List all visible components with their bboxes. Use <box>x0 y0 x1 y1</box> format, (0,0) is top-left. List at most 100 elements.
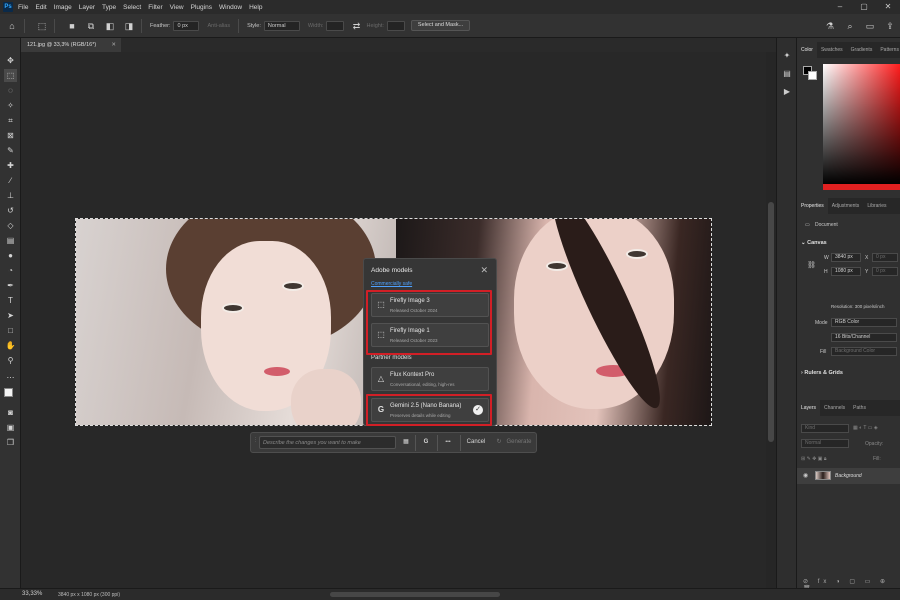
tab-patterns[interactable]: Patterns <box>876 42 900 58</box>
dodge-tool-icon[interactable]: ◔ <box>4 264 17 277</box>
generate-button[interactable]: Generate <box>504 436 534 449</box>
tab-libraries[interactable]: Libraries <box>863 198 890 214</box>
commercially-safe-link[interactable]: Commercially safe <box>371 281 412 287</box>
menu-type[interactable]: Type <box>102 4 116 11</box>
marquee-preset-icon[interactable]: ⬚ <box>35 19 49 33</box>
vertical-scrollbar[interactable] <box>766 52 776 588</box>
style-select[interactable]: Normal <box>263 20 300 31</box>
actions-icon[interactable]: ▶ <box>781 86 793 98</box>
canvas-y-field[interactable]: 0 px <box>872 267 898 276</box>
tab-paths[interactable]: Paths <box>849 400 870 416</box>
object-select-tool-icon[interactable]: ✧ <box>4 99 17 112</box>
prompt-input[interactable] <box>259 436 396 449</box>
canvas-x-field[interactable]: 0 px <box>872 253 898 262</box>
close-tab-icon[interactable]: ✕ <box>111 38 116 52</box>
tab-color[interactable]: Color <box>797 42 817 58</box>
type-tool-icon[interactable]: T <box>4 294 17 307</box>
healing-tool-icon[interactable]: ✚ <box>4 159 17 172</box>
scrollbar-thumb[interactable] <box>768 202 774 442</box>
screen-mode-icon[interactable]: ▣ <box>4 421 17 434</box>
height-input[interactable] <box>386 20 405 31</box>
brush-tool-icon[interactable]: ∕ <box>4 174 17 187</box>
gradient-tool-icon[interactable]: ▤ <box>4 234 17 247</box>
color-picker-field[interactable] <box>823 64 900 184</box>
model-select-button[interactable]: G <box>419 436 433 449</box>
swap-icon[interactable]: ⇄ <box>349 19 363 33</box>
canvas-width-field[interactable]: 3840 px <box>831 253 861 262</box>
maximize-icon[interactable]: ▢ <box>852 0 876 14</box>
rectangle-tool-icon[interactable]: □ <box>4 324 17 337</box>
antialias-checkbox[interactable]: Anti-alias <box>207 23 230 29</box>
crop-tool-icon[interactable]: ⌗ <box>4 114 17 127</box>
menu-view[interactable]: View <box>170 4 184 11</box>
history-icon[interactable]: ▤ <box>781 68 793 80</box>
learn-icon[interactable]: ✦ <box>781 50 793 62</box>
hue-slider[interactable] <box>823 184 900 190</box>
pen-tool-icon[interactable]: ✒ <box>4 279 17 292</box>
path-select-tool-icon[interactable]: ➤ <box>4 309 17 322</box>
document-tab[interactable]: 121.jpg @ 33,3% (RGB/16*) ✕ <box>21 38 121 52</box>
tab-layers[interactable]: Layers <box>797 400 821 416</box>
add-selection-icon[interactable]: ⧉ <box>84 19 98 33</box>
new-selection-icon[interactable]: ■ <box>65 19 79 33</box>
layer-kind-filter[interactable]: Kind <box>801 424 849 433</box>
menu-edit[interactable]: Edit <box>35 4 46 11</box>
visibility-eye-icon[interactable]: ◉ <box>803 472 808 479</box>
eyedropper-tool-icon[interactable]: ✎ <box>4 144 17 157</box>
eraser-tool-icon[interactable]: ◇ <box>4 219 17 232</box>
feather-input[interactable]: 0 px <box>173 20 200 31</box>
width-input[interactable] <box>326 20 345 31</box>
close-panel-icon[interactable]: ✕ <box>480 265 488 276</box>
home-icon[interactable]: ⌂ <box>5 19 19 33</box>
minimize-icon[interactable]: – <box>828 0 852 14</box>
menu-image[interactable]: Image <box>54 4 72 11</box>
drag-handle-icon[interactable]: ⋮ <box>253 437 258 449</box>
tab-swatches[interactable]: Swatches <box>817 42 847 58</box>
generate-image-icon[interactable]: ❒ <box>4 436 17 449</box>
select-and-mask-button[interactable]: Select and Mask... <box>410 20 471 31</box>
layer-row-background[interactable]: ◉ Background <box>797 468 900 484</box>
canvas-height-field[interactable]: 1080 px <box>831 267 861 276</box>
share-icon[interactable]: ⇪ <box>880 21 900 32</box>
background-swatch[interactable] <box>808 71 817 80</box>
foreground-color-swatch[interactable] <box>4 388 13 397</box>
menu-filter[interactable]: Filter <box>148 4 162 11</box>
canvas-section-header[interactable]: ⌄ Canvas <box>801 240 827 246</box>
history-brush-icon[interactable]: ↺ <box>4 204 17 217</box>
search-icon[interactable]: ⌕ <box>840 21 860 32</box>
link-dimensions-icon[interactable]: ⛓ <box>807 261 816 269</box>
blur-tool-icon[interactable]: ● <box>4 249 17 262</box>
menu-plugins[interactable]: Plugins <box>191 4 212 11</box>
tab-gradients[interactable]: Gradients <box>847 42 877 58</box>
layer-filter-icons[interactable]: ▦ ◐ T ▭ ◈ <box>853 425 878 431</box>
quick-mask-icon[interactable]: ◙ <box>4 406 17 419</box>
menu-select[interactable]: Select <box>123 4 141 11</box>
subtract-selection-icon[interactable]: ◧ <box>103 19 117 33</box>
zoom-tool-icon[interactable]: ⚲ <box>4 354 17 367</box>
fill-select[interactable]: Background Color <box>831 347 897 356</box>
more-options-button[interactable]: ••• <box>440 436 456 449</box>
menu-layer[interactable]: Layer <box>79 4 95 11</box>
hand-tool-icon[interactable]: ✋ <box>4 339 17 352</box>
cancel-button[interactable]: Cancel <box>463 436 489 449</box>
tab-properties[interactable]: Properties <box>797 198 828 214</box>
lasso-tool-icon[interactable]: ◌ <box>4 84 17 97</box>
more-tools-icon[interactable]: ⋯ <box>4 371 17 384</box>
frame-tool-icon[interactable]: ⊠ <box>4 129 17 142</box>
bit-depth-select[interactable]: 16 Bits/Channel <box>831 333 897 342</box>
blend-mode-select[interactable]: Normal <box>801 439 849 448</box>
menu-help[interactable]: Help <box>249 4 262 11</box>
flask-icon[interactable]: ⚗ <box>820 21 840 32</box>
move-tool-icon[interactable]: ✥ <box>4 54 17 67</box>
intersect-selection-icon[interactable]: ◨ <box>122 19 136 33</box>
tab-channels[interactable]: Channels <box>820 400 849 416</box>
workspace-icon[interactable]: ▭ <box>860 21 880 32</box>
stamp-tool-icon[interactable]: ⊥ <box>4 189 17 202</box>
tab-adjustments[interactable]: Adjustments <box>828 198 864 214</box>
menu-file[interactable]: File <box>18 4 28 11</box>
horizontal-scrollbar-thumb[interactable] <box>330 592 500 597</box>
model-option-flux-kontext-pro[interactable]: △ Flux Kontext Pro Conversational, editi… <box>371 367 489 391</box>
close-window-icon[interactable]: ✕ <box>876 0 900 14</box>
marquee-tool-icon[interactable]: ⬚ <box>4 69 17 82</box>
lock-icons[interactable]: ⊞ ✎ ✥ ▣ 🔒︎ <box>801 456 827 462</box>
